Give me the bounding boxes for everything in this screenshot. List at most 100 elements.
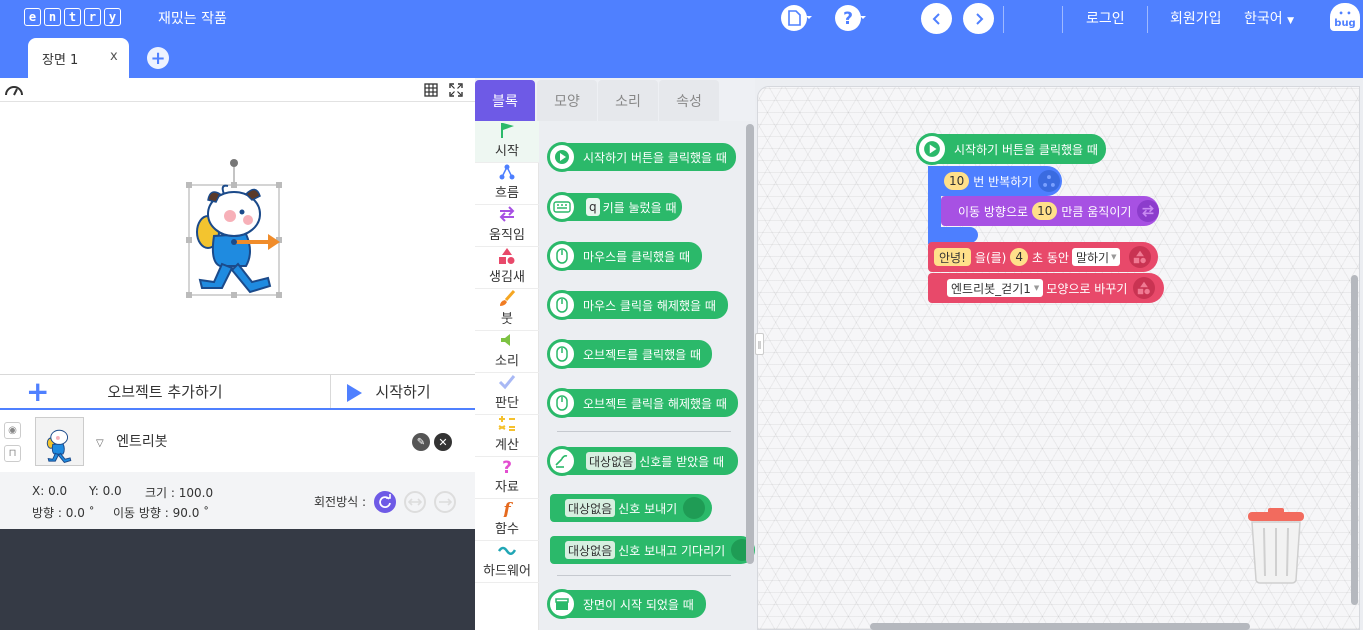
- shapes-icon: [1133, 277, 1156, 299]
- rotation-horizontal-button[interactable]: [404, 491, 426, 513]
- file-menu-button[interactable]: [780, 4, 812, 32]
- block-when-signal-received[interactable]: 대상없음 신호를 받았을 때: [547, 446, 738, 476]
- prop-direction[interactable]: 방향 : 0.0 ˚: [32, 504, 95, 521]
- script-change-shape-block[interactable]: 엔트리봇_걷기1 ▼ 모양으로 바꾸기: [928, 273, 1164, 303]
- flow-icon: [498, 163, 516, 181]
- add-scene-button[interactable]: +: [147, 47, 169, 69]
- category-flow[interactable]: 흐름: [475, 163, 539, 205]
- entrybot-sprite[interactable]: [180, 154, 290, 300]
- help-icon: ?: [835, 5, 866, 31]
- antenna-icon: [547, 446, 577, 476]
- check-icon: [498, 373, 516, 391]
- palette-divider: [557, 431, 731, 432]
- panel-resize-handle[interactable]: ‖: [755, 333, 764, 355]
- category-judgement[interactable]: 판단: [475, 373, 539, 415]
- object-thumbnail: [35, 417, 84, 466]
- category-brush[interactable]: 붓: [475, 289, 539, 331]
- stage-canvas[interactable]: [0, 102, 475, 374]
- play-icon: [547, 142, 577, 172]
- add-object-button[interactable]: + 오브젝트 추가하기: [0, 375, 331, 408]
- block-when-scene-starts[interactable]: 장면이 시작 되었을 때: [547, 589, 706, 619]
- script-when-start-clicked[interactable]: 시작하기 버튼을 클릭했을 때: [916, 133, 1106, 165]
- say-mode-dropdown[interactable]: 말하기 ▼: [1071, 248, 1121, 266]
- repeat-block-bottom[interactable]: [928, 227, 978, 243]
- palette-scrollbar[interactable]: [746, 124, 754, 564]
- block-when-mouse-released[interactable]: 마우스 클릭을 해제했을 때: [547, 290, 728, 320]
- bug-report-button[interactable]: • • bug: [1330, 3, 1360, 31]
- redo-button[interactable]: [963, 3, 994, 34]
- flow-icon: [1038, 170, 1061, 192]
- separator: [1147, 6, 1148, 33]
- rotation-none-button[interactable]: [434, 491, 456, 513]
- category-start[interactable]: 시작: [475, 121, 539, 163]
- block-when-object-clicked[interactable]: 오브젝트를 클릭했을 때: [547, 339, 712, 369]
- shape-dropdown[interactable]: 엔트리봇_걷기1 ▼: [947, 279, 1044, 297]
- block-when-key-pressed[interactable]: q 키를 눌렀을 때: [547, 192, 682, 222]
- block-when-object-released[interactable]: 오브젝트 클릭을 해제했을 때: [547, 388, 738, 418]
- bug-icon: • •: [1338, 9, 1352, 18]
- editor-tabs: 블록 모양 소리 속성: [475, 78, 755, 121]
- block-send-signal-and-wait[interactable]: 대상없음 신호 보내고 기다리기: [550, 536, 755, 564]
- category-sound[interactable]: 소리: [475, 331, 539, 373]
- rotation-free-button[interactable]: [374, 491, 396, 513]
- rotation-label: 회전방식 :: [314, 495, 367, 509]
- language-select[interactable]: 한국어 ▼: [1244, 8, 1294, 28]
- category-motion[interactable]: 움직임: [475, 205, 539, 247]
- prop-move-direction[interactable]: 이동 방향 : 90.0 ˚: [113, 504, 209, 521]
- flag-icon: [683, 497, 706, 519]
- undo-button[interactable]: [921, 3, 952, 34]
- category-looks[interactable]: 생김새: [475, 247, 539, 289]
- palette-divider: [557, 575, 731, 576]
- scene-close-button[interactable]: x: [110, 49, 118, 64]
- object-name[interactable]: ▽ 엔트리봇: [96, 431, 168, 451]
- function-icon: f: [498, 499, 516, 517]
- delete-object-button[interactable]: ✕: [434, 433, 452, 451]
- help-menu-button[interactable]: ?: [834, 4, 866, 32]
- prop-y[interactable]: Y: 0.0: [89, 484, 122, 498]
- pencil-icon: ✎: [416, 436, 426, 448]
- caret-down-icon: ▼: [1287, 16, 1295, 26]
- play-icon: [916, 133, 948, 165]
- tab-properties[interactable]: 속성: [659, 80, 719, 121]
- workspace-vertical-scrollbar[interactable]: [1351, 275, 1358, 605]
- tab-blocks[interactable]: 블록: [475, 80, 535, 121]
- mouse-icon: [547, 241, 577, 271]
- flip-horizontal-icon: [407, 498, 423, 506]
- trash-icon[interactable]: [1246, 508, 1306, 584]
- lock-toggle[interactable]: ⊓: [4, 445, 21, 462]
- speed-gauge-icon[interactable]: [4, 82, 24, 98]
- fullscreen-icon[interactable]: [449, 83, 463, 97]
- block-when-start-clicked[interactable]: 시작하기 버튼을 클릭했을 때: [547, 142, 736, 172]
- svg-text:?: ?: [502, 458, 512, 475]
- prop-size[interactable]: 크기 : 100.0: [145, 484, 213, 501]
- tab-shapes[interactable]: 모양: [537, 80, 597, 121]
- triangle-down-icon[interactable]: ▽: [96, 438, 104, 449]
- script-say-block[interactable]: 안녕! 을(를) 4 초 동안 말하기 ▼: [928, 242, 1158, 272]
- entrybot-thumbnail-icon: [46, 429, 72, 463]
- workspace-horizontal-scrollbar[interactable]: [870, 623, 1250, 630]
- mouse-icon: [547, 339, 577, 369]
- plus-icon: +: [26, 375, 50, 408]
- mouse-icon: [547, 388, 577, 418]
- login-link[interactable]: 로그인: [1086, 8, 1125, 28]
- visibility-toggle[interactable]: ◉: [4, 422, 21, 439]
- scene-tab[interactable]: 장면 1 x: [28, 38, 129, 78]
- script-move-block[interactable]: 이동 방향으로 10 만큼 움직이기: [941, 196, 1159, 226]
- signup-link[interactable]: 회원가입: [1170, 8, 1222, 28]
- prop-x[interactable]: X: 0.0: [32, 484, 67, 498]
- start-button[interactable]: 시작하기: [331, 375, 475, 408]
- tab-sounds[interactable]: 소리: [598, 80, 658, 121]
- project-title[interactable]: 재밌는 작품: [158, 8, 227, 28]
- grid-icon[interactable]: [424, 83, 438, 97]
- hardware-icon: [498, 541, 516, 559]
- edit-object-button[interactable]: ✎: [412, 433, 430, 451]
- category-calculation[interactable]: 계산: [475, 415, 539, 457]
- block-send-signal[interactable]: 대상없음 신호 보내기: [550, 494, 712, 522]
- entry-logo[interactable]: e n t r y: [24, 8, 121, 26]
- script-repeat-block[interactable]: 10 번 반복하기: [928, 166, 1062, 196]
- block-when-mouse-clicked[interactable]: 마우스를 클릭했을 때: [547, 241, 702, 271]
- category-function[interactable]: f 함수: [475, 499, 539, 541]
- category-hardware[interactable]: 하드웨어: [475, 541, 539, 583]
- category-data[interactable]: ? 자료: [475, 457, 539, 499]
- object-list-item[interactable]: ◉ ⊓ ▽ 엔트리봇 ✎ ✕: [0, 412, 475, 472]
